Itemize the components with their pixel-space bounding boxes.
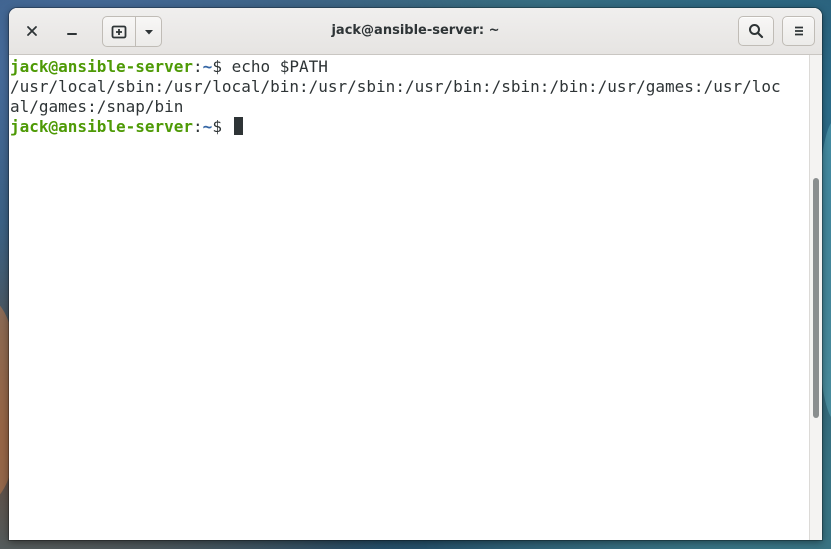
output-line: al/games:/snap/bin <box>10 97 184 116</box>
search-button[interactable] <box>738 16 774 46</box>
new-tab-icon <box>111 25 127 38</box>
prompt-cwd: ~ <box>202 57 213 76</box>
command-text: echo $PATH <box>231 57 328 76</box>
prompt-user-host: jack@ansible-server <box>10 57 194 76</box>
menu-button[interactable] <box>782 16 815 46</box>
window-title: jack@ansible-server: ~ <box>331 23 500 38</box>
new-tab-dropdown-button[interactable] <box>136 17 161 46</box>
terminal-view[interactable]: jack@ansible-server:~$ echo $PATH /usr/l… <box>9 55 809 540</box>
prompt-user-host: jack@ansible-server <box>10 117 194 136</box>
terminal-window: jack@ansible-server: ~ jack@ansible-serv… <box>9 8 822 540</box>
prompt-symbol: $ <box>212 57 232 76</box>
headerbar: jack@ansible-server: ~ <box>9 8 822 55</box>
prompt-symbol: $ <box>212 117 232 136</box>
close-icon <box>27 26 37 36</box>
prompt-separator: : <box>193 57 203 76</box>
new-tab-button-group <box>102 16 162 47</box>
vertical-scrollbar[interactable] <box>809 55 822 540</box>
new-tab-button[interactable] <box>103 17 137 46</box>
prompt-separator: : <box>193 117 203 136</box>
scrollbar-thumb[interactable] <box>813 178 819 418</box>
prompt-cwd: ~ <box>202 117 213 136</box>
prompt-line: jack@ansible-server:~$ <box>10 117 809 137</box>
minimize-icon <box>67 33 77 35</box>
close-button[interactable] <box>16 16 48 46</box>
chevron-down-icon <box>144 29 153 34</box>
search-icon <box>749 24 764 39</box>
text-cursor <box>233 117 243 135</box>
command-line: jack@ansible-server:~$ echo $PATH <box>10 57 809 77</box>
hamburger-menu-icon <box>794 26 803 36</box>
output-line: /usr/local/sbin:/usr/local/bin:/usr/sbin… <box>10 77 781 96</box>
minimize-button[interactable] <box>56 16 88 46</box>
